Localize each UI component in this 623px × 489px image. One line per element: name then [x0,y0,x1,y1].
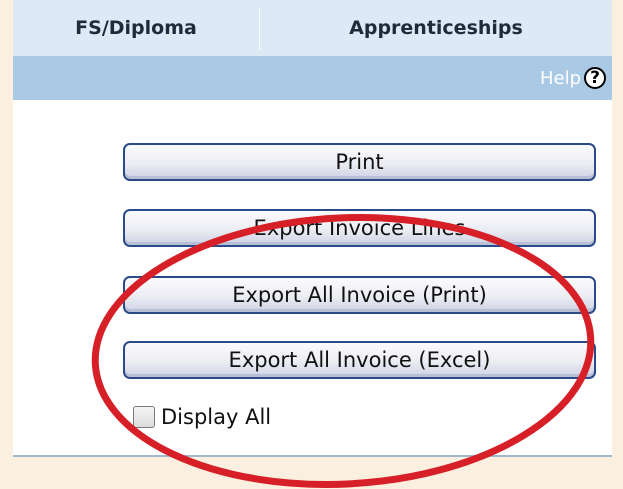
tab-bar: FS/Diploma Apprenticeships [13,0,612,56]
print-button[interactable]: Print [123,143,596,181]
display-all-label[interactable]: Display All [161,405,271,429]
display-all-row: Display All [133,402,271,432]
help-link[interactable]: Help ? [540,64,606,92]
invoice-panel: FS/Diploma Apprenticeships Help ? Print … [13,0,612,457]
help-label: Help [539,67,581,89]
display-all-checkbox[interactable] [133,406,155,428]
export-all-invoice-excel-button[interactable]: Export All Invoice (Excel) [123,341,596,379]
tab-apprenticeships[interactable]: Apprenticeships [260,0,612,56]
tab-fs-diploma[interactable]: FS/Diploma [13,0,259,56]
export-all-invoice-print-button[interactable]: Export All Invoice (Print) [123,276,596,314]
export-invoice-lines-button[interactable]: Export Invoice Lines [123,209,596,247]
question-mark-icon[interactable]: ? [584,67,606,89]
help-bar: Help ? [13,56,612,100]
